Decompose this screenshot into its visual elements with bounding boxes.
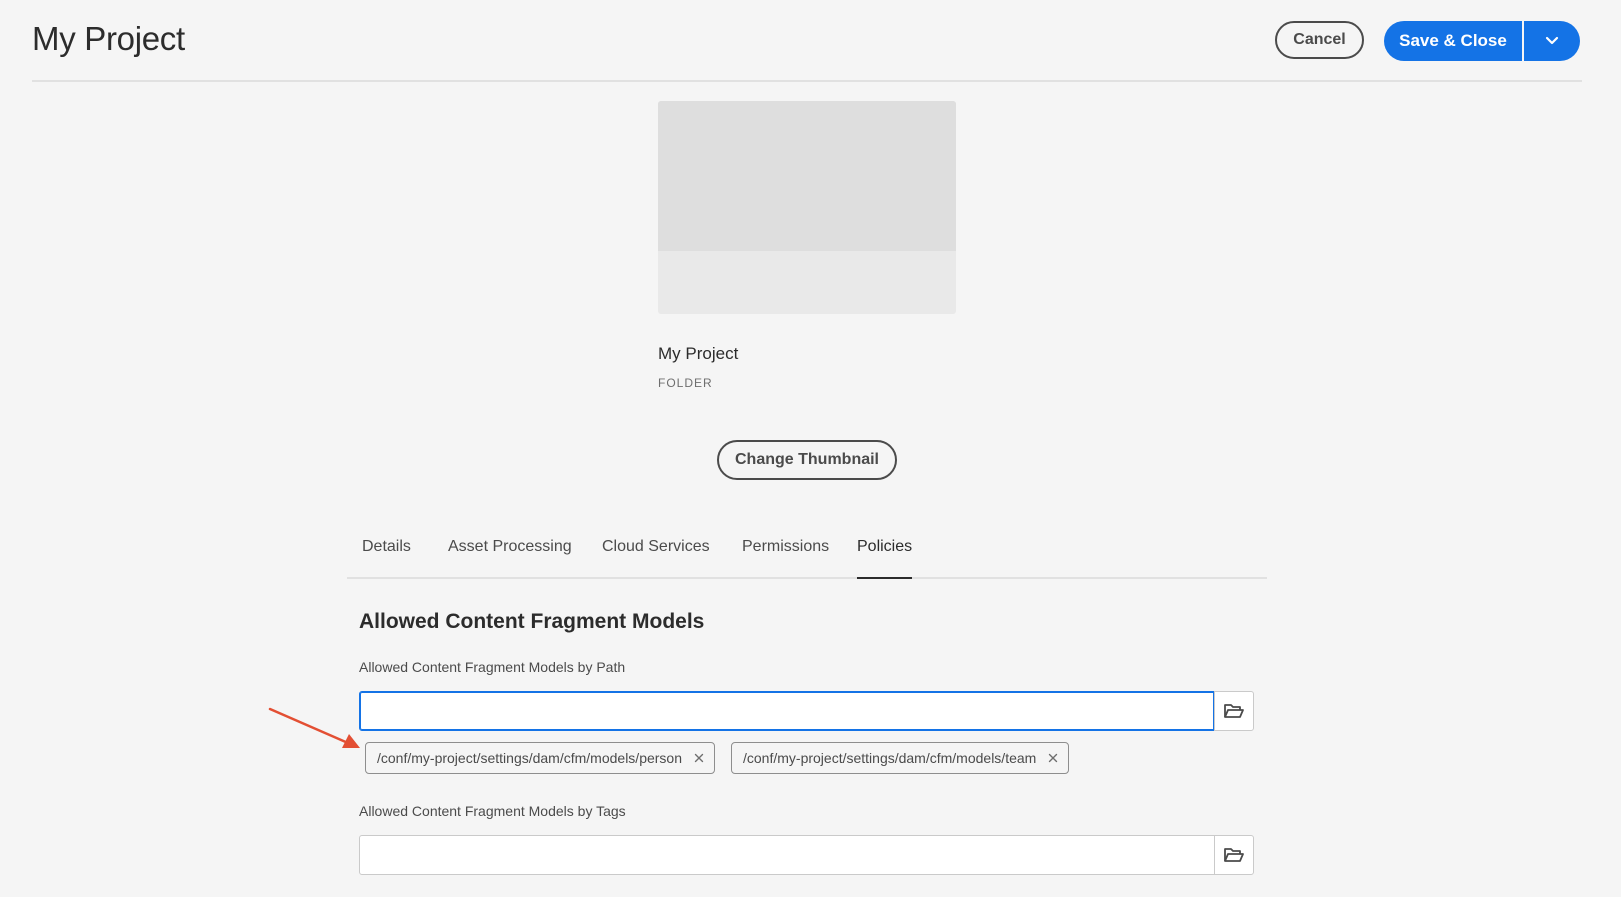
thumbnail-preview (658, 101, 956, 314)
properties-tabs: Details Asset Processing Cloud Services … (347, 530, 1267, 579)
path-tag: /conf/my-project/settings/dam/cfm/models… (731, 742, 1070, 774)
path-tag: /conf/my-project/settings/dam/cfm/models… (365, 742, 716, 774)
tab-permissions[interactable]: Permissions (742, 530, 829, 577)
tab-cloud-services[interactable]: Cloud Services (602, 530, 710, 577)
models-by-path-field (359, 691, 1254, 731)
section-heading: Allowed Content Fragment Models (359, 610, 705, 633)
close-icon[interactable] (692, 751, 706, 765)
models-by-tags-field (359, 835, 1254, 875)
item-type: FOLDER (658, 376, 713, 390)
models-by-path-label: Allowed Content Fragment Models by Path (359, 659, 626, 675)
page-title: My Project (32, 20, 185, 57)
cancel-button[interactable]: Cancel (1275, 21, 1364, 59)
change-thumbnail-button[interactable]: Change Thumbnail (717, 440, 897, 480)
folder-open-icon (1224, 848, 1244, 862)
close-icon[interactable] (1046, 751, 1060, 765)
tab-policies[interactable]: Policies (857, 530, 913, 579)
models-by-tags-browse-button[interactable] (1214, 835, 1254, 875)
models-by-path-input[interactable] (359, 691, 1215, 731)
chevron-down-icon (1545, 36, 1559, 45)
thumbnail-image-placeholder (658, 101, 956, 251)
models-by-tags-input[interactable] (359, 835, 1215, 875)
header-bar: My Project Cancel Save & Close (32, 0, 1582, 82)
path-tag-label: /conf/my-project/settings/dam/cfm/models… (743, 750, 1037, 766)
folder-open-icon (1224, 704, 1244, 718)
tab-details[interactable]: Details (362, 530, 411, 577)
path-tag-label: /conf/my-project/settings/dam/cfm/models… (377, 750, 683, 766)
models-by-tags-label: Allowed Content Fragment Models by Tags (359, 803, 626, 819)
models-by-path-browse-button[interactable] (1214, 691, 1254, 731)
item-name: My Project (658, 344, 739, 363)
save-options-dropdown-button[interactable] (1524, 21, 1580, 61)
tab-asset-processing[interactable]: Asset Processing (448, 530, 572, 577)
annotation-arrow-icon (268, 707, 360, 748)
save-and-close-button[interactable]: Save & Close (1384, 21, 1522, 61)
